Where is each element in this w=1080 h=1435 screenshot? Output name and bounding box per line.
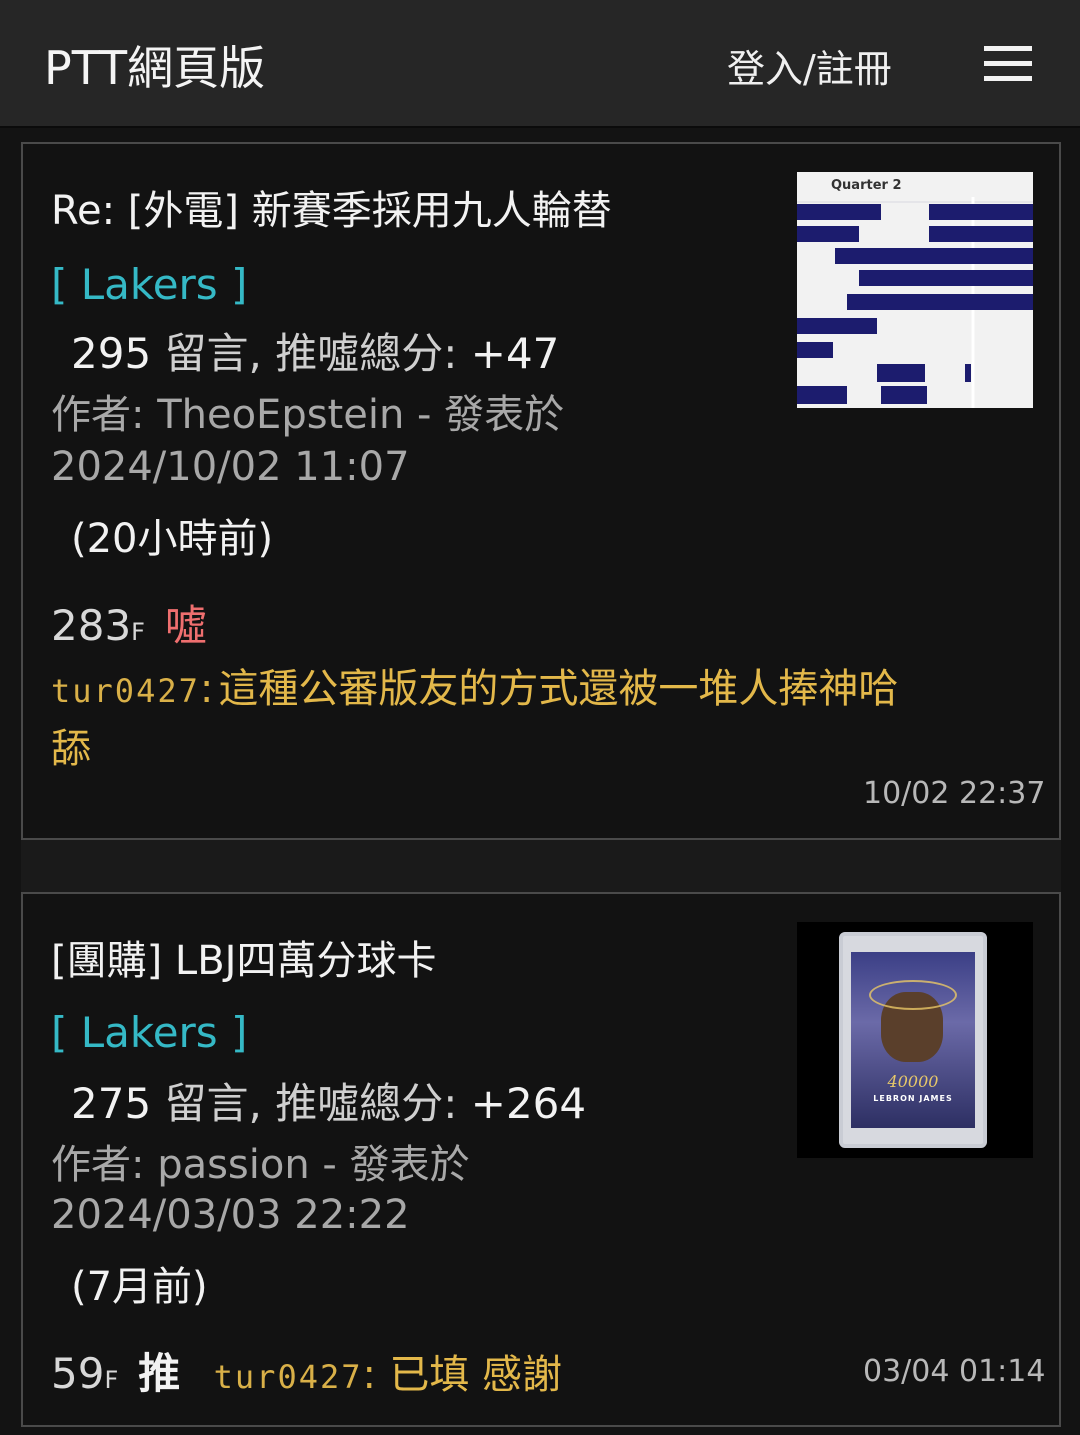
floor-number: 283 [51, 601, 132, 650]
top-comment-header: 59F 推 tur0427: 已填 感謝 [51, 1340, 562, 1401]
stats-label: 留言, 推噓總分: [164, 329, 458, 378]
comment-time: 10/02 22:37 [863, 776, 1046, 811]
comment-count: 295 [71, 329, 152, 378]
post-card[interactable]: [團購] LBJ四萬分球卡 [ Lakers ] 275 留言, 推噓總分: +… [21, 892, 1061, 1427]
post-stats: 295 留言, 推噓總分: +47 [71, 320, 559, 381]
site-brand[interactable]: PTT網頁版 [44, 32, 265, 98]
score: +47 [470, 329, 560, 378]
post-card[interactable]: Re: [外電] 新賽季採用九人輪替 [ Lakers ] 295 留言, 推噓… [21, 142, 1061, 840]
comment-user[interactable]: tur0427 [214, 1358, 363, 1396]
trading-card-slab: 40000 LEBRON JAMES [839, 932, 987, 1148]
post-title[interactable]: [團購] LBJ四萬分球卡 [51, 928, 436, 986]
comment-time: 03/04 01:14 [863, 1354, 1046, 1389]
author-line: 作者: TheoEpstein - 發表於 [51, 392, 565, 438]
post-thumbnail[interactable]: 40000 LEBRON JAMES [797, 922, 1033, 1158]
card-artwork: 40000 LEBRON JAMES [851, 952, 975, 1128]
login-register-link[interactable]: 登入/註冊 [727, 38, 892, 93]
top-comment-header: 283F 噓 [51, 592, 207, 653]
comment-colon: : [199, 666, 214, 712]
post-stats: 275 留言, 推噓總分: +264 [71, 1070, 586, 1131]
author-line: 作者: passion - 發表於 [51, 1142, 470, 1188]
top-comment-line: tur0427: 這種公審版友的方式還被一堆人捧神哈 [51, 656, 898, 714]
floor-number: 59 [51, 1349, 105, 1398]
comment-text: 這種公審版友的方式還被一堆人捧神哈 [218, 666, 899, 712]
comment-count: 275 [71, 1079, 152, 1128]
post-date: 2024/10/02 11:07 [51, 444, 410, 490]
rotation-chart-image [797, 197, 1033, 408]
comment-text-continued: 舔 [51, 726, 91, 772]
floor-suffix: F [104, 1366, 119, 1394]
comment-colon: : [362, 1352, 376, 1398]
post-title[interactable]: Re: [外電] 新賽季採用九人輪替 [51, 178, 612, 236]
top-navbar: PTT網頁版 登入/註冊 [0, 0, 1080, 128]
floor-suffix: F [131, 618, 145, 646]
comment-text: 已填 感謝 [389, 1352, 563, 1398]
boo-tag: 噓 [164, 601, 207, 650]
hamburger-menu-icon[interactable] [984, 46, 1032, 82]
card-name: LEBRON JAMES [873, 1094, 953, 1103]
stats-label: 留言, 推噓總分: [164, 1079, 458, 1128]
post-relative-time: (7月前) [71, 1264, 208, 1310]
push-tag: 推 [138, 1349, 181, 1398]
score: +264 [470, 1079, 587, 1128]
crown-glow [869, 980, 957, 1010]
comment-user[interactable]: tur0427 [51, 672, 200, 710]
card-separator [21, 840, 1061, 892]
board-tag[interactable]: [ Lakers ] [51, 1008, 247, 1057]
board-tag[interactable]: [ Lakers ] [51, 260, 247, 309]
post-thumbnail[interactable]: Quarter 2 [797, 172, 1033, 408]
post-date: 2024/03/03 22:22 [51, 1192, 410, 1238]
post-relative-time: (20小時前) [71, 516, 274, 562]
card-number: 40000 [887, 1072, 939, 1091]
